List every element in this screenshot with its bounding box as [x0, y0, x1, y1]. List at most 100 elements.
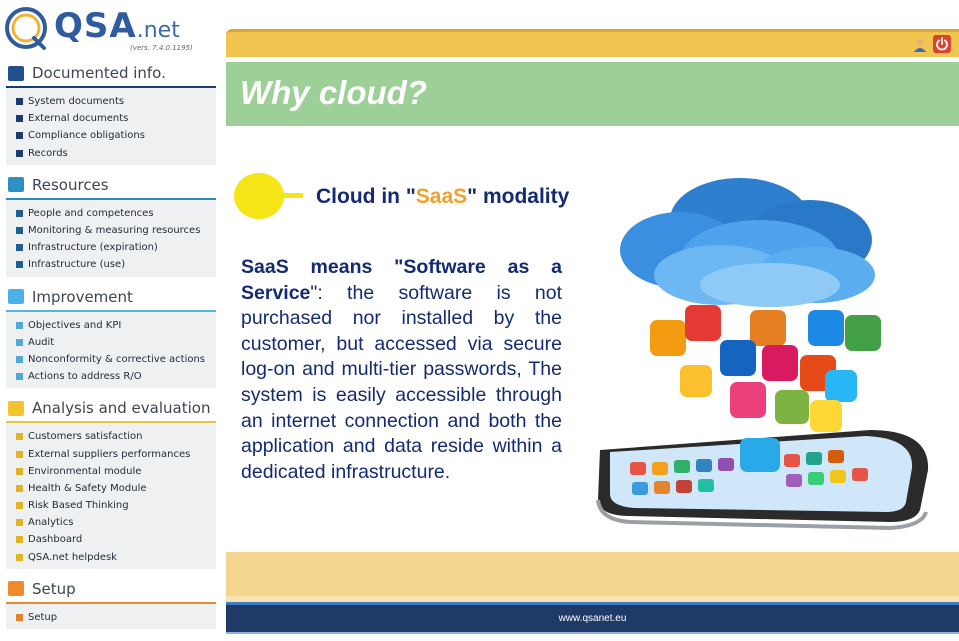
sidebar-section-header[interactable]: Setup [6, 575, 216, 604]
sidebar-item[interactable]: Dashboard [16, 531, 216, 548]
sidebar-item[interactable]: People and competences [16, 205, 216, 222]
sidebar-section: Documented info. System documents External… [6, 60, 216, 165]
bullet-square-icon [16, 115, 23, 123]
sidebar-item[interactable]: Infrastructure (use) [16, 256, 216, 273]
bullet-square-icon [16, 132, 23, 140]
bullet-dot-icon [234, 173, 284, 219]
clouds-image [620, 178, 875, 307]
sidebar-item[interactable]: Health & Safety Module [16, 480, 216, 497]
document-icon [8, 65, 24, 81]
sidebar-item-label: External documents [28, 113, 129, 125]
sidebar-item-label: Actions to address R/O [28, 371, 142, 383]
sidebar-item[interactable]: Setup [16, 609, 216, 626]
sidebar-item-label: Health & Safety Module [28, 482, 147, 494]
sidebar-section-header[interactable]: Analysis and evaluation [6, 395, 216, 424]
sidebar-item-label: Records [28, 147, 68, 159]
smartphone-image [596, 430, 929, 531]
cloud-apps-smartphone-illustration [570, 150, 959, 535]
bullet-square-icon [16, 227, 23, 235]
sidebar-item-label: Analytics [28, 517, 74, 529]
sidebar-item[interactable]: System documents [16, 93, 216, 110]
sidebar-item[interactable]: Analytics [16, 514, 216, 531]
sidebar-item[interactable]: Compliance obligations [16, 127, 216, 144]
sidebar-section: Setup Setup [6, 575, 216, 629]
bullet-square-icon [16, 98, 23, 106]
sidebar-section-title: Resources [32, 175, 109, 194]
power-icon[interactable] [933, 35, 951, 53]
sidebar-item-label: External suppliers performances [28, 448, 191, 460]
sidebar-item-label: Customers satisfaction [28, 431, 143, 443]
sidebar-item-label: Risk Based Thinking [28, 500, 129, 512]
bullet-square-icon [16, 613, 23, 621]
bullet-square-icon [16, 321, 23, 329]
footer-band [226, 552, 959, 596]
subtitle-highlight: SaaS [415, 185, 468, 208]
logo-ring-icon [5, 7, 47, 50]
bullet-stem [278, 193, 303, 198]
sidebar-item[interactable]: Environmental module [16, 463, 216, 480]
sidebar-item[interactable]: Customers satisfaction [16, 428, 216, 445]
sidebar-item[interactable]: External documents [16, 110, 216, 127]
bullet-square-icon [16, 149, 23, 157]
footer-line [226, 632, 959, 634]
sidebar-item[interactable]: Actions to address R/O [16, 368, 216, 385]
bullet-square-icon [16, 536, 23, 544]
footer-url[interactable]: www.qsanet.eu [226, 613, 959, 624]
bullet-square-icon [16, 450, 23, 458]
sidebar-item[interactable]: QSA.net helpdesk [16, 549, 216, 566]
sidebar-item-label: Objectives and KPI [28, 319, 122, 331]
sidebar-item-label: Setup [28, 611, 58, 623]
bullet-square-icon [16, 355, 23, 363]
user-icon[interactable] [913, 38, 927, 52]
sidebar-item[interactable]: Monitoring & measuring resources [16, 222, 216, 239]
analysis-icon [8, 400, 24, 416]
subtitle-text: Cloud in "SaaS" modality [316, 185, 570, 208]
sidebar-section-title: Improvement [32, 287, 133, 306]
sidebar-item[interactable]: Records [16, 145, 216, 162]
slide-title-bar: Why cloud? [226, 62, 959, 126]
sidebar-item-label: Environmental module [28, 465, 142, 477]
sidebar-section-items: People and competences Monitoring & measu… [6, 200, 216, 277]
bullet-square-icon [16, 209, 23, 217]
sidebar-item[interactable]: Objectives and KPI [16, 317, 216, 334]
sidebar-section-title: Documented info. [32, 64, 166, 82]
sidebar-section-header[interactable]: Documented info. [6, 60, 216, 88]
sidebar-item-label: Infrastructure (expiration) [28, 242, 158, 254]
sidebar-item-label: System documents [28, 96, 125, 108]
body-rest: ": the software is not purchased nor ins… [241, 281, 562, 483]
sidebar-item-label: Compliance obligations [28, 130, 145, 142]
sidebar-section-items: Customers satisfaction External suppliers… [6, 423, 216, 569]
sidebar-item[interactable]: Audit [16, 334, 216, 351]
resources-icon [8, 177, 24, 193]
sidebar-section: Analysis and evaluation Customers satisfa… [6, 395, 216, 569]
sidebar-item-label: Infrastructure (use) [28, 259, 126, 271]
sidebar-item-label: Monitoring & measuring resources [28, 225, 201, 237]
top-bar [226, 29, 959, 57]
sidebar-item-label: Dashboard [28, 534, 83, 546]
sidebar-section-items: Objectives and KPI Audit Nonconformity & c… [6, 312, 216, 389]
sidebar-section-items: System documents External documents Compli… [6, 88, 216, 165]
setup-icon [8, 581, 24, 597]
sidebar-section-header[interactable]: Improvement [6, 283, 216, 312]
bullet-square-icon [16, 519, 23, 527]
sidebar-section: Resources People and competences Monitorin… [6, 171, 216, 277]
sidebar-section: Improvement Objectives and KPI Audit Noncon… [6, 283, 216, 389]
slide-body-text: SaaS means "Software as a Service": the … [241, 255, 562, 485]
sidebar-item-label: Audit [28, 336, 55, 348]
bullet-square-icon [16, 502, 23, 510]
logo-brand: QSA.net [54, 6, 180, 46]
bullet-square-icon [16, 433, 23, 441]
sidebar-item[interactable]: Risk Based Thinking [16, 497, 216, 514]
sidebar-item[interactable]: External suppliers performances [16, 445, 216, 462]
bullet-square-icon [16, 261, 23, 269]
bullet-square-icon [16, 484, 23, 492]
bullet-square-icon [16, 338, 23, 346]
sidebar-item[interactable]: Infrastructure (expiration) [16, 239, 216, 256]
app-version: (vers. 7.4.0.1195) [130, 44, 193, 52]
sidebar-section-title: Setup [32, 579, 76, 598]
sidebar-menu: Documented info. System documents External… [6, 60, 216, 636]
app-icons-image [650, 305, 881, 432]
bullet-square-icon [16, 467, 23, 475]
sidebar-item[interactable]: Nonconformity & corrective actions [16, 351, 216, 368]
sidebar-section-header[interactable]: Resources [6, 171, 216, 200]
